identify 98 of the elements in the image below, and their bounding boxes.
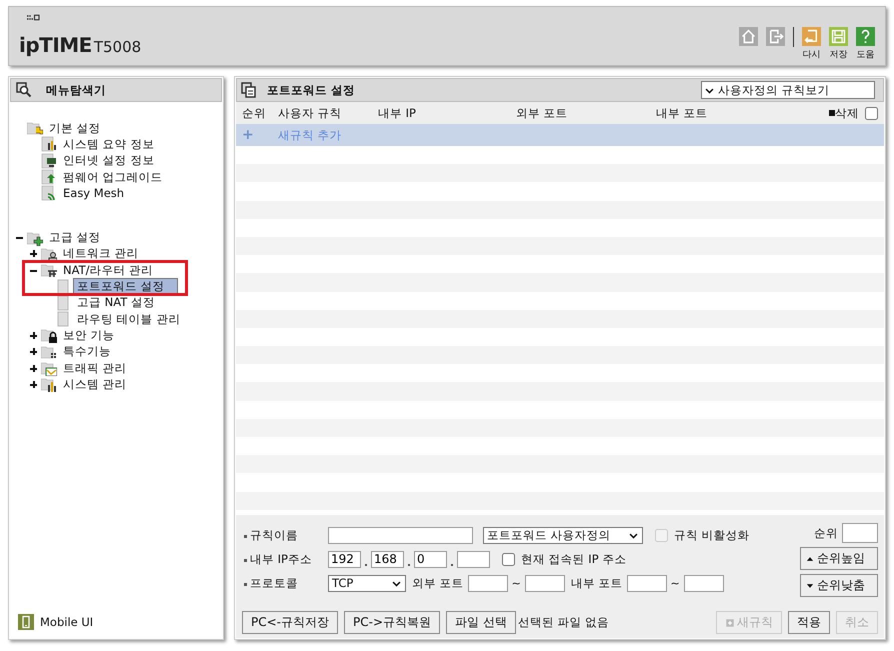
action-button: 새규칙 bbox=[716, 611, 782, 634]
column-header: 사용자 규칙 bbox=[278, 106, 343, 120]
expand-toggle[interactable] bbox=[30, 332, 37, 339]
model-name: T5008 bbox=[94, 38, 142, 56]
folder-icon bbox=[27, 120, 43, 136]
column-header: 순위 bbox=[242, 106, 267, 120]
search-icon bbox=[16, 82, 32, 98]
dot-separator bbox=[408, 564, 410, 566]
file-status: 선택된 파일 없음 bbox=[518, 615, 610, 630]
page-icon bbox=[55, 294, 71, 311]
action-label: 다시 bbox=[802, 49, 820, 61]
home-icon[interactable] bbox=[739, 27, 758, 46]
tree-item[interactable]: 특수기능 bbox=[59, 344, 115, 360]
tree-item[interactable]: 시스템 요약 정보 bbox=[59, 136, 158, 152]
tree-item[interactable]: 시스템 관리 bbox=[59, 376, 131, 392]
rank-label: 순위 bbox=[814, 526, 838, 540]
action-button[interactable]: 파일 선택 bbox=[446, 611, 516, 634]
page-icon bbox=[41, 185, 57, 202]
expand-toggle[interactable] bbox=[30, 380, 37, 388]
page-icon bbox=[41, 169, 57, 186]
plus-icon bbox=[725, 618, 735, 628]
field-label: 내부 IP주소 bbox=[242, 552, 324, 566]
port-field[interactable] bbox=[626, 574, 667, 592]
field-label: 외부 포트 bbox=[412, 576, 464, 590]
port-field[interactable] bbox=[468, 574, 508, 592]
ip-octet-field[interactable] bbox=[457, 550, 490, 568]
rank-field[interactable] bbox=[842, 523, 878, 543]
tree-item[interactable]: 보안 기능 bbox=[59, 328, 119, 343]
rule-type-dropdown[interactable]: 포트포워드 사용자정의 bbox=[483, 526, 643, 544]
checkbox[interactable] bbox=[502, 552, 515, 566]
folder-icon bbox=[41, 344, 57, 360]
port-field[interactable] bbox=[524, 574, 565, 592]
ip-octet-field[interactable]: 192 bbox=[328, 550, 361, 568]
range-separator: ~ bbox=[512, 576, 521, 590]
sidebar-title: 메뉴탐색기 bbox=[46, 82, 106, 98]
column-header: 내부 포트 bbox=[656, 106, 709, 120]
tree-item[interactable]: 트래픽 관리 bbox=[59, 360, 131, 376]
select-all-checkbox[interactable] bbox=[865, 106, 878, 120]
expand-toggle[interactable] bbox=[30, 250, 37, 258]
rank-up-button[interactable]: 순위높임 bbox=[800, 547, 878, 570]
folder-icon bbox=[41, 376, 57, 392]
field-label: 규칙이름 bbox=[242, 528, 324, 542]
action-button: 취소 bbox=[836, 611, 878, 634]
tree-item[interactable]: 고급 NAT 설정 bbox=[73, 295, 159, 310]
tree-item[interactable]: 기본 설정 bbox=[45, 120, 105, 136]
page-icon bbox=[41, 152, 57, 169]
folder-icon bbox=[41, 262, 57, 278]
checkbox-label: 현재 접속된 IP 주소 bbox=[521, 552, 626, 566]
tree-item[interactable]: 펌웨어 업그레이드 bbox=[59, 170, 167, 185]
brand-logo: ipTIME bbox=[19, 33, 92, 57]
rule-name-field[interactable] bbox=[328, 526, 473, 544]
page-icon bbox=[41, 136, 57, 152]
dot-separator bbox=[365, 564, 367, 566]
action-label: 도움 bbox=[856, 49, 874, 61]
action-button[interactable]: PC->규칙복원 bbox=[344, 611, 440, 634]
action-label: 저장 bbox=[830, 49, 848, 61]
folder-icon bbox=[27, 230, 43, 246]
plus-icon: + bbox=[242, 127, 278, 143]
dot-separator bbox=[451, 564, 453, 566]
tree-item[interactable]: NAT/라우터 관리 bbox=[59, 262, 158, 278]
page-icon bbox=[55, 278, 71, 295]
panel-title: 포트포워드 설정 bbox=[267, 82, 356, 98]
tree-item[interactable]: 고급 설정 bbox=[45, 230, 105, 246]
tree-item[interactable]: Easy Mesh bbox=[59, 186, 128, 201]
tree-item[interactable]: 라우팅 테이블 관리 bbox=[73, 312, 184, 327]
undo-icon[interactable] bbox=[802, 27, 821, 46]
ip-octet-field[interactable]: 168 bbox=[371, 550, 404, 568]
phone-icon bbox=[18, 614, 34, 630]
field-label: 내부 포트 bbox=[570, 576, 623, 590]
page-icon bbox=[55, 311, 71, 328]
help-icon[interactable] bbox=[856, 27, 875, 46]
protocol-dropdown[interactable]: TCP bbox=[328, 574, 406, 592]
tree-item[interactable]: 인터넷 설정 정보 bbox=[59, 153, 158, 168]
field-label: 프로토콜 bbox=[242, 576, 324, 590]
column-header: 내부 IP bbox=[378, 106, 417, 120]
logout-icon[interactable] bbox=[766, 27, 785, 46]
range-separator: ~ bbox=[670, 576, 680, 590]
checkbox-label: 규칙 비활성화 bbox=[674, 528, 750, 542]
folder-icon bbox=[41, 246, 57, 262]
expand-toggle[interactable] bbox=[30, 364, 37, 372]
mobile-ui-label: Mobile UI bbox=[40, 615, 94, 629]
column-header: 외부 포트 bbox=[516, 106, 569, 120]
tree-item[interactable]: 네트워크 관리 bbox=[59, 246, 143, 262]
action-button[interactable]: PC<-규칙저장 bbox=[242, 611, 338, 634]
folder-icon bbox=[41, 360, 57, 376]
expand-toggle[interactable] bbox=[30, 348, 37, 356]
save-icon[interactable] bbox=[829, 27, 848, 46]
port-field[interactable] bbox=[684, 574, 724, 592]
minus-icon bbox=[829, 110, 835, 116]
mobile-ui-link[interactable]: Mobile UI bbox=[10, 614, 222, 638]
column-header: 삭제 bbox=[835, 106, 859, 120]
view-dropdown[interactable]: 사용자정의 규칙보기 bbox=[701, 81, 875, 99]
pages-icon bbox=[241, 82, 257, 98]
rank-down-button[interactable]: 순위낮춤 bbox=[800, 574, 878, 597]
ip-octet-field[interactable]: 0 bbox=[414, 550, 447, 568]
folder-icon bbox=[41, 327, 57, 344]
action-button[interactable]: 적용 bbox=[788, 611, 830, 634]
collapse-toggle[interactable] bbox=[16, 234, 23, 242]
